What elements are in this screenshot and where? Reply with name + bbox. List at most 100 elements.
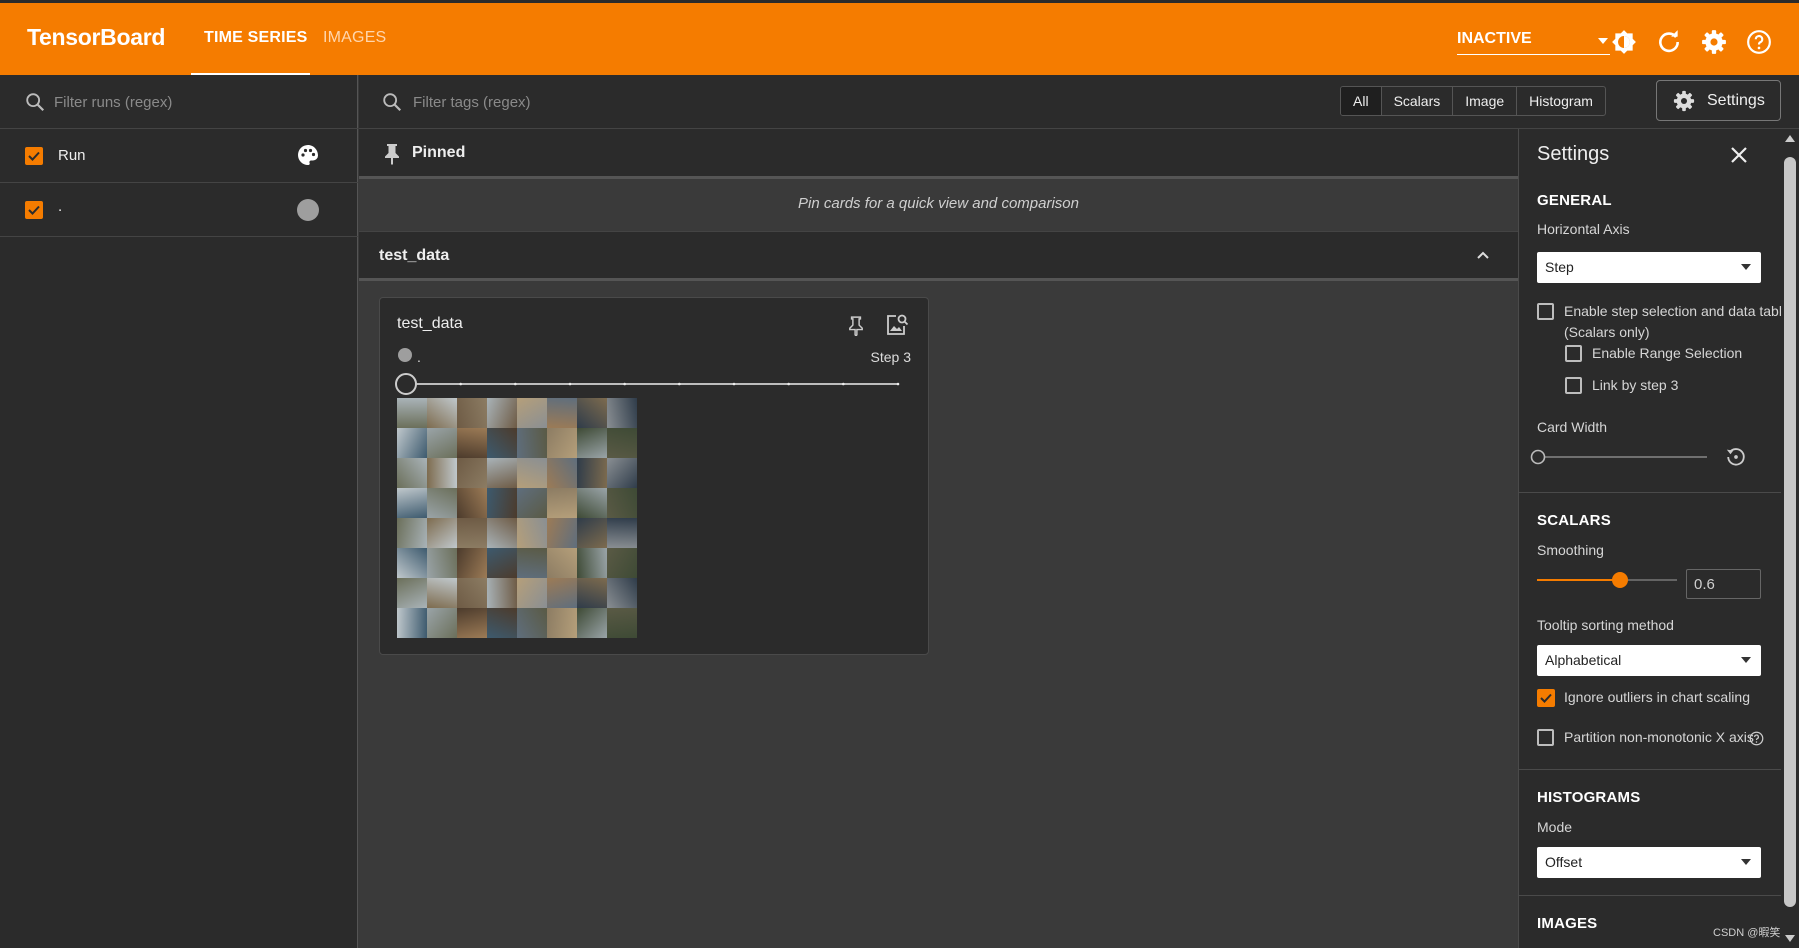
image-thumbnail (517, 518, 547, 548)
image-thumbnail (547, 518, 577, 548)
check-icon (28, 151, 40, 161)
image-thumbnail (457, 518, 487, 548)
histogram-mode-label: Mode (1537, 819, 1573, 835)
run-color-swatch[interactable] (297, 199, 319, 221)
scroll-down-icon[interactable] (1785, 935, 1795, 942)
theme-toggle-icon[interactable] (1611, 29, 1637, 55)
partition-label: Partition non-monotonic X axis (1564, 729, 1754, 745)
image-thumbnail (427, 398, 457, 428)
histogram-mode-select[interactable]: Offset (1537, 847, 1761, 878)
step-slider[interactable] (394, 371, 914, 397)
image-thumbnail (427, 518, 457, 548)
chevron-up-icon[interactable] (1475, 247, 1491, 263)
check-icon (28, 205, 40, 215)
image-thumbnail (487, 578, 517, 608)
image-thumbnail (517, 398, 547, 428)
horizontal-axis-select[interactable]: Step (1537, 252, 1761, 283)
filter-scalars-button[interactable]: Scalars (1382, 87, 1454, 115)
image-thumbnail (517, 548, 547, 578)
help-icon[interactable] (1749, 731, 1764, 746)
tooltip-sorting-value: Alphabetical (1545, 652, 1622, 668)
scrollbar-thumb[interactable] (1784, 157, 1796, 907)
reload-status-select[interactable]: INACTIVE (1457, 25, 1610, 55)
runs-header-row: Run (0, 129, 358, 183)
ignore-outliers-checkbox[interactable] (1537, 689, 1555, 707)
image-card: test_data . Step 3 (379, 297, 929, 655)
image-thumbnail (457, 458, 487, 488)
card-run-name: . (417, 349, 421, 365)
image-thumbnail (517, 428, 547, 458)
image-thumbnail (427, 548, 457, 578)
tooltip-sorting-label: Tooltip sorting method (1537, 617, 1674, 633)
check-icon (1540, 693, 1552, 703)
card-title: test_data (397, 315, 463, 332)
image-thumbnail (577, 578, 607, 608)
pinned-title: Pinned (412, 144, 466, 161)
tag-group-title: test_data (379, 247, 450, 264)
reset-icon[interactable] (1725, 446, 1747, 468)
settings-button[interactable]: Settings (1656, 80, 1781, 121)
image-thumbnail (547, 398, 577, 428)
step-selection-checkbox[interactable] (1537, 303, 1554, 320)
range-selection-checkbox[interactable] (1565, 345, 1582, 362)
filter-histogram-button[interactable]: Histogram (1517, 87, 1605, 115)
range-selection-label: Enable Range Selection (1592, 345, 1743, 361)
filter-all-button[interactable]: All (1341, 87, 1382, 115)
partition-checkbox[interactable] (1537, 729, 1554, 746)
image-thumbnail (607, 518, 637, 548)
smoothing-slider[interactable] (1537, 569, 1677, 591)
step-tick (623, 382, 626, 386)
image-thumbnail (517, 608, 547, 638)
filter-image-button[interactable]: Image (1453, 87, 1518, 115)
image-thumbnail (427, 488, 457, 518)
chevron-down-icon (1741, 859, 1751, 865)
image-thumbnail (517, 488, 547, 518)
image-search-icon[interactable] (885, 313, 909, 337)
scalars-heading: SCALARS (1537, 512, 1611, 529)
image-thumbnail (427, 428, 457, 458)
image-thumbnail (607, 578, 637, 608)
run-checkbox[interactable] (25, 201, 43, 219)
tags-filter-input[interactable] (411, 89, 1011, 115)
horizontal-axis-value: Step (1545, 259, 1574, 275)
tab-time-series[interactable]: TIME SERIES (204, 29, 308, 47)
help-icon[interactable] (1746, 29, 1772, 55)
close-icon[interactable] (1729, 145, 1749, 165)
image-thumbnail (577, 428, 607, 458)
settings-button-label: Settings (1707, 92, 1765, 109)
link-step-checkbox[interactable] (1565, 377, 1582, 394)
tag-group-header[interactable]: test_data (359, 231, 1518, 281)
image-thumbnail (607, 428, 637, 458)
image-thumbnail (487, 518, 517, 548)
pin-card-icon[interactable] (848, 316, 864, 336)
scroll-up-icon[interactable] (1785, 135, 1795, 142)
image-thumbnail (457, 428, 487, 458)
step-selection-sublabel: (Scalars only) (1564, 324, 1650, 340)
image-thumbnail (577, 488, 607, 518)
image-thumbnail (427, 608, 457, 638)
smoothing-value-input[interactable]: 0.6 (1686, 569, 1761, 599)
image-thumbnail (397, 608, 427, 638)
settings-scrollbar[interactable] (1781, 129, 1799, 948)
run-name: . (58, 198, 63, 215)
image-thumbnail (427, 458, 457, 488)
image-thumbnail (487, 488, 517, 518)
image-thumbnail (607, 488, 637, 518)
tooltip-sorting-select[interactable]: Alphabetical (1537, 645, 1761, 676)
settings-gear-icon[interactable] (1701, 29, 1727, 55)
image-thumbnail (487, 458, 517, 488)
image-sample-grid[interactable] (397, 398, 639, 640)
select-all-runs-checkbox[interactable] (25, 147, 43, 165)
palette-icon[interactable] (296, 143, 320, 167)
tab-images[interactable]: IMAGES (323, 29, 386, 47)
runs-filter-input[interactable] (52, 89, 342, 115)
runs-panel: Run . (0, 75, 358, 948)
card-width-slider[interactable] (1529, 447, 1709, 467)
refresh-icon[interactable] (1656, 29, 1682, 55)
step-slider-thumb[interactable] (395, 373, 417, 395)
image-thumbnail (547, 548, 577, 578)
image-thumbnail (547, 608, 577, 638)
image-thumbnail (397, 428, 427, 458)
image-thumbnail (607, 548, 637, 578)
image-thumbnail (397, 518, 427, 548)
